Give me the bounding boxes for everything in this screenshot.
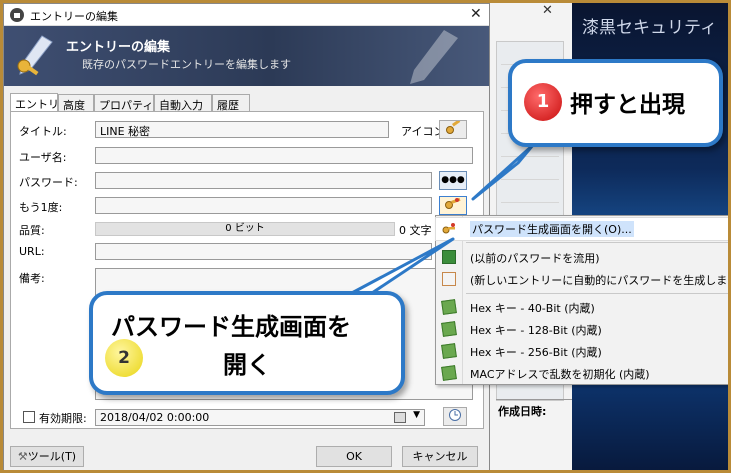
expires-datetime-field[interactable]: 2018/04/02 0:00:00 ▼ bbox=[95, 409, 425, 426]
wrench-icon: ⚒ bbox=[17, 450, 28, 463]
username-field[interactable] bbox=[95, 147, 473, 164]
notes-label: 備考: bbox=[19, 272, 45, 285]
menu-item-open-generator[interactable]: パスワード生成画面を開く(O)... bbox=[435, 217, 728, 241]
ok-button[interactable]: OK bbox=[316, 446, 392, 467]
menu-item-label: Hex キー - 40-Bit (内蔵) bbox=[470, 302, 595, 315]
background-date-label: 作成日時: bbox=[498, 405, 547, 418]
quality-meter: 0 ビット bbox=[95, 222, 395, 236]
callout-2: パスワード生成画面を 2 開く bbox=[89, 291, 405, 395]
menu-item-reuse-password[interactable]: (以前のパスワードを流用) bbox=[436, 246, 728, 268]
password-label: パスワード: bbox=[19, 176, 78, 189]
menu-item-label: (新しいエントリーに自動的にパスワードを生成します) bbox=[470, 274, 731, 287]
callout-2-number-badge: 2 bbox=[105, 339, 143, 377]
dialog-titlebar: エントリーの編集 ✕ bbox=[4, 4, 489, 26]
menu-item-label: (以前のパスワードを流用) bbox=[470, 252, 600, 265]
reveal-password-button[interactable]: ●●● bbox=[439, 171, 467, 190]
title-field[interactable]: LINE 秘密 bbox=[95, 121, 389, 138]
quality-label: 品質: bbox=[19, 224, 45, 237]
title-label: タイトル: bbox=[19, 125, 67, 138]
menu-separator bbox=[466, 293, 728, 294]
expiry-presets-button[interactable] bbox=[443, 407, 467, 426]
callout-1: 1 押すと出現 bbox=[508, 59, 723, 147]
dialog-banner: エントリーの編集 既存のパスワードエントリーを編集します bbox=[4, 26, 489, 86]
menu-separator bbox=[466, 242, 728, 243]
background-separator bbox=[496, 399, 574, 400]
username-label: ユーザ名: bbox=[19, 151, 67, 164]
screenshot-frame: ✕ 作成日時: 漆黒セキュリティ エントリーの編集 ✕ エントリーの編集 既存の… bbox=[0, 0, 731, 473]
banner-title: エントリーの編集 bbox=[66, 40, 171, 55]
menu-item-hex-256[interactable]: Hex キー - 256-Bit (内蔵) bbox=[436, 340, 728, 362]
callout-2-text-line2: 開く bbox=[223, 351, 271, 379]
tab-properties[interactable]: プロパティ bbox=[94, 94, 154, 112]
key-icon bbox=[446, 119, 461, 134]
menu-item-mac-seed[interactable]: MACアドレスで乱数を初期化 (内蔵) bbox=[436, 362, 728, 384]
banner-decoration-icon bbox=[410, 30, 458, 84]
banner-subtitle: 既存のパスワードエントリーを編集します bbox=[82, 58, 291, 71]
repeat-label: もう1度: bbox=[19, 201, 63, 214]
cancel-button[interactable]: キャンセル bbox=[402, 446, 478, 467]
profile-icon bbox=[441, 321, 457, 337]
background-close-icon[interactable]: ✕ bbox=[542, 3, 558, 19]
url-field[interactable] bbox=[95, 243, 432, 260]
generate-password-button[interactable] bbox=[439, 196, 467, 215]
edit-entry-dialog: エントリーの編集 ✕ エントリーの編集 既存のパスワードエントリーを編集します … bbox=[3, 3, 490, 470]
menu-item-label: パスワード生成画面を開く(O)... bbox=[470, 221, 634, 237]
quality-char-count: 0 文字 bbox=[399, 224, 432, 237]
password-field[interactable] bbox=[95, 172, 432, 189]
profile-icon bbox=[441, 299, 457, 315]
profile-icon bbox=[441, 343, 457, 359]
tools-button[interactable]: ⚒ツール(T) bbox=[10, 446, 84, 467]
menu-item-label: MACアドレスで乱数を初期化 (内蔵) bbox=[470, 368, 650, 381]
key-generate-icon bbox=[442, 223, 455, 234]
dialog-title: エントリーの編集 bbox=[30, 10, 118, 23]
menu-item-label: Hex キー - 128-Bit (内蔵) bbox=[470, 324, 602, 337]
expires-label: 有効期限: bbox=[39, 412, 87, 425]
menu-item-label: Hex キー - 256-Bit (内蔵) bbox=[470, 346, 602, 359]
expires-value: 2018/04/02 0:00:00 bbox=[100, 411, 210, 424]
menu-item-hex-40[interactable]: Hex キー - 40-Bit (内蔵) bbox=[436, 296, 728, 318]
tab-advanced[interactable]: 高度 bbox=[58, 94, 94, 112]
callout-2-text-line1: パスワード生成画面を bbox=[111, 313, 351, 341]
url-label: URL: bbox=[19, 245, 45, 258]
repeat-password-field[interactable] bbox=[95, 197, 432, 214]
calendar-icon[interactable] bbox=[394, 412, 406, 423]
tab-history[interactable]: 履歴 bbox=[212, 94, 250, 112]
lock-icon bbox=[10, 8, 24, 22]
background-site-title: 漆黒セキュリティ bbox=[582, 18, 717, 38]
profile-icon bbox=[441, 365, 457, 381]
close-icon[interactable]: ✕ bbox=[470, 6, 482, 22]
expires-checkbox[interactable] bbox=[23, 411, 35, 423]
history-icon bbox=[442, 250, 456, 264]
edit-entry-icon bbox=[17, 35, 53, 76]
tools-button-label: ツール(T) bbox=[27, 450, 77, 463]
clock-icon bbox=[449, 409, 461, 421]
auto-generate-icon bbox=[442, 272, 456, 286]
menu-item-hex-128[interactable]: Hex キー - 128-Bit (内蔵) bbox=[436, 318, 728, 340]
callout-1-text: 押すと出現 bbox=[570, 92, 685, 118]
menu-item-auto-generate[interactable]: (新しいエントリーに自動的にパスワードを生成します) bbox=[436, 268, 731, 290]
key-generate-icon bbox=[445, 197, 461, 209]
tab-autotype[interactable]: 自動入力 bbox=[154, 94, 212, 112]
icon-picker-button[interactable] bbox=[439, 119, 467, 139]
callout-1-number-badge: 1 bbox=[524, 83, 562, 121]
password-generator-menu: パスワード生成画面を開く(O)... (以前のパスワードを流用) (新しいエント… bbox=[435, 215, 731, 385]
chevron-down-icon[interactable]: ▼ bbox=[413, 410, 420, 420]
tab-entry[interactable]: エントリー bbox=[10, 93, 70, 112]
